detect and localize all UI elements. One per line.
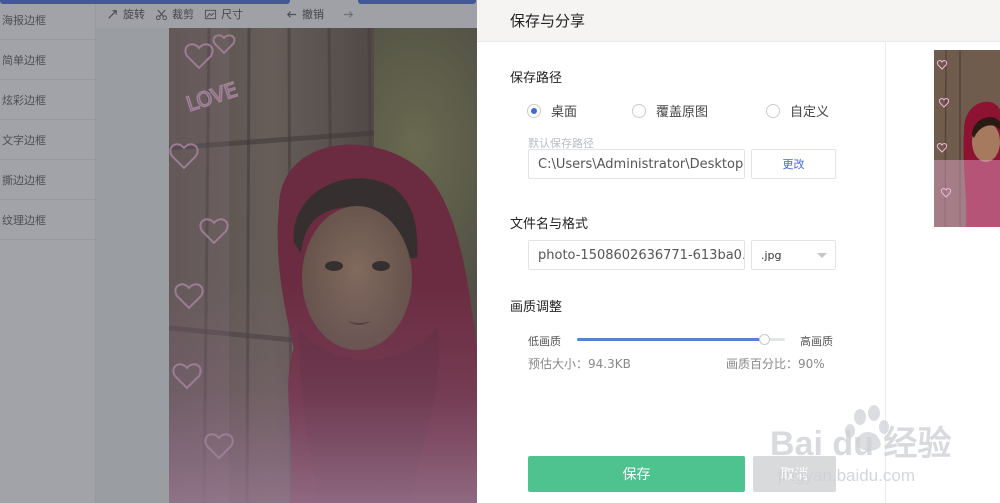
quality-slider-fill <box>577 338 764 341</box>
radio-desktop[interactable]: 桌面 <box>527 101 632 120</box>
radio-custom[interactable]: 自定义 <box>766 101 829 120</box>
estimated-size-text: 预估大小：94.3KB <box>528 357 631 371</box>
preview-image <box>934 50 1000 227</box>
high-quality-label: 高画质 <box>800 335 833 348</box>
watermark-brand-text: Bai du 经验 <box>770 424 951 463</box>
format-value: .jpg <box>761 248 782 262</box>
editor-background: 海报边框 简单边框 炫彩边框 文字边框 撕边边框 纹理边框 旋转 裁剪 尺寸 撤… <box>0 0 477 503</box>
filename-input[interactable]: photo-1508602636771-613ba0... <box>528 240 745 270</box>
radio-custom-label: 自定义 <box>790 105 830 120</box>
change-path-button[interactable]: 更改 <box>751 149 836 179</box>
radio-desktop-label: 桌面 <box>551 105 578 120</box>
save-path-field[interactable]: C:\Users\Administrator\Desktop <box>528 149 745 179</box>
radio-dot <box>632 103 646 118</box>
quality-title: 画质调整 <box>510 300 563 315</box>
low-quality-label: 低画质 <box>528 335 561 348</box>
filename-value: photo-1508602636771-613ba0... <box>538 247 745 263</box>
quality-percent-text: 画质百分比：90% <box>726 357 825 371</box>
quality-slider-thumb[interactable] <box>759 334 770 345</box>
save-path-options: 桌面 覆盖原图 自定义 <box>527 101 829 120</box>
preview-thumbnail <box>934 50 1000 227</box>
baidu-logo: Bai du 经验 jingyan.baidu.com <box>770 405 951 485</box>
watermark-url-text: jingyan.baidu.com <box>777 466 915 485</box>
radio-overwrite-label: 覆盖原图 <box>656 105 709 120</box>
save-button[interactable]: 保存 <box>528 456 745 492</box>
dialog-title: 保存与分享 <box>510 12 586 30</box>
radio-dot-checked <box>527 103 541 118</box>
quality-slider[interactable] <box>577 334 785 345</box>
radio-dot <box>766 103 780 118</box>
save-path-value: C:\Users\Administrator\Desktop <box>538 156 744 172</box>
save-path-title: 保存路径 <box>510 71 563 86</box>
dialog-header: 保存与分享 <box>477 0 1000 42</box>
format-select[interactable]: .jpg <box>751 240 836 270</box>
radio-overwrite[interactable]: 覆盖原图 <box>632 101 766 120</box>
baidu-jingyan-watermark: Bai du 经验 jingyan.baidu.com <box>760 395 980 503</box>
filename-format-title: 文件名与格式 <box>510 217 589 232</box>
modal-backdrop <box>0 0 477 503</box>
chevron-down-icon <box>817 253 827 258</box>
